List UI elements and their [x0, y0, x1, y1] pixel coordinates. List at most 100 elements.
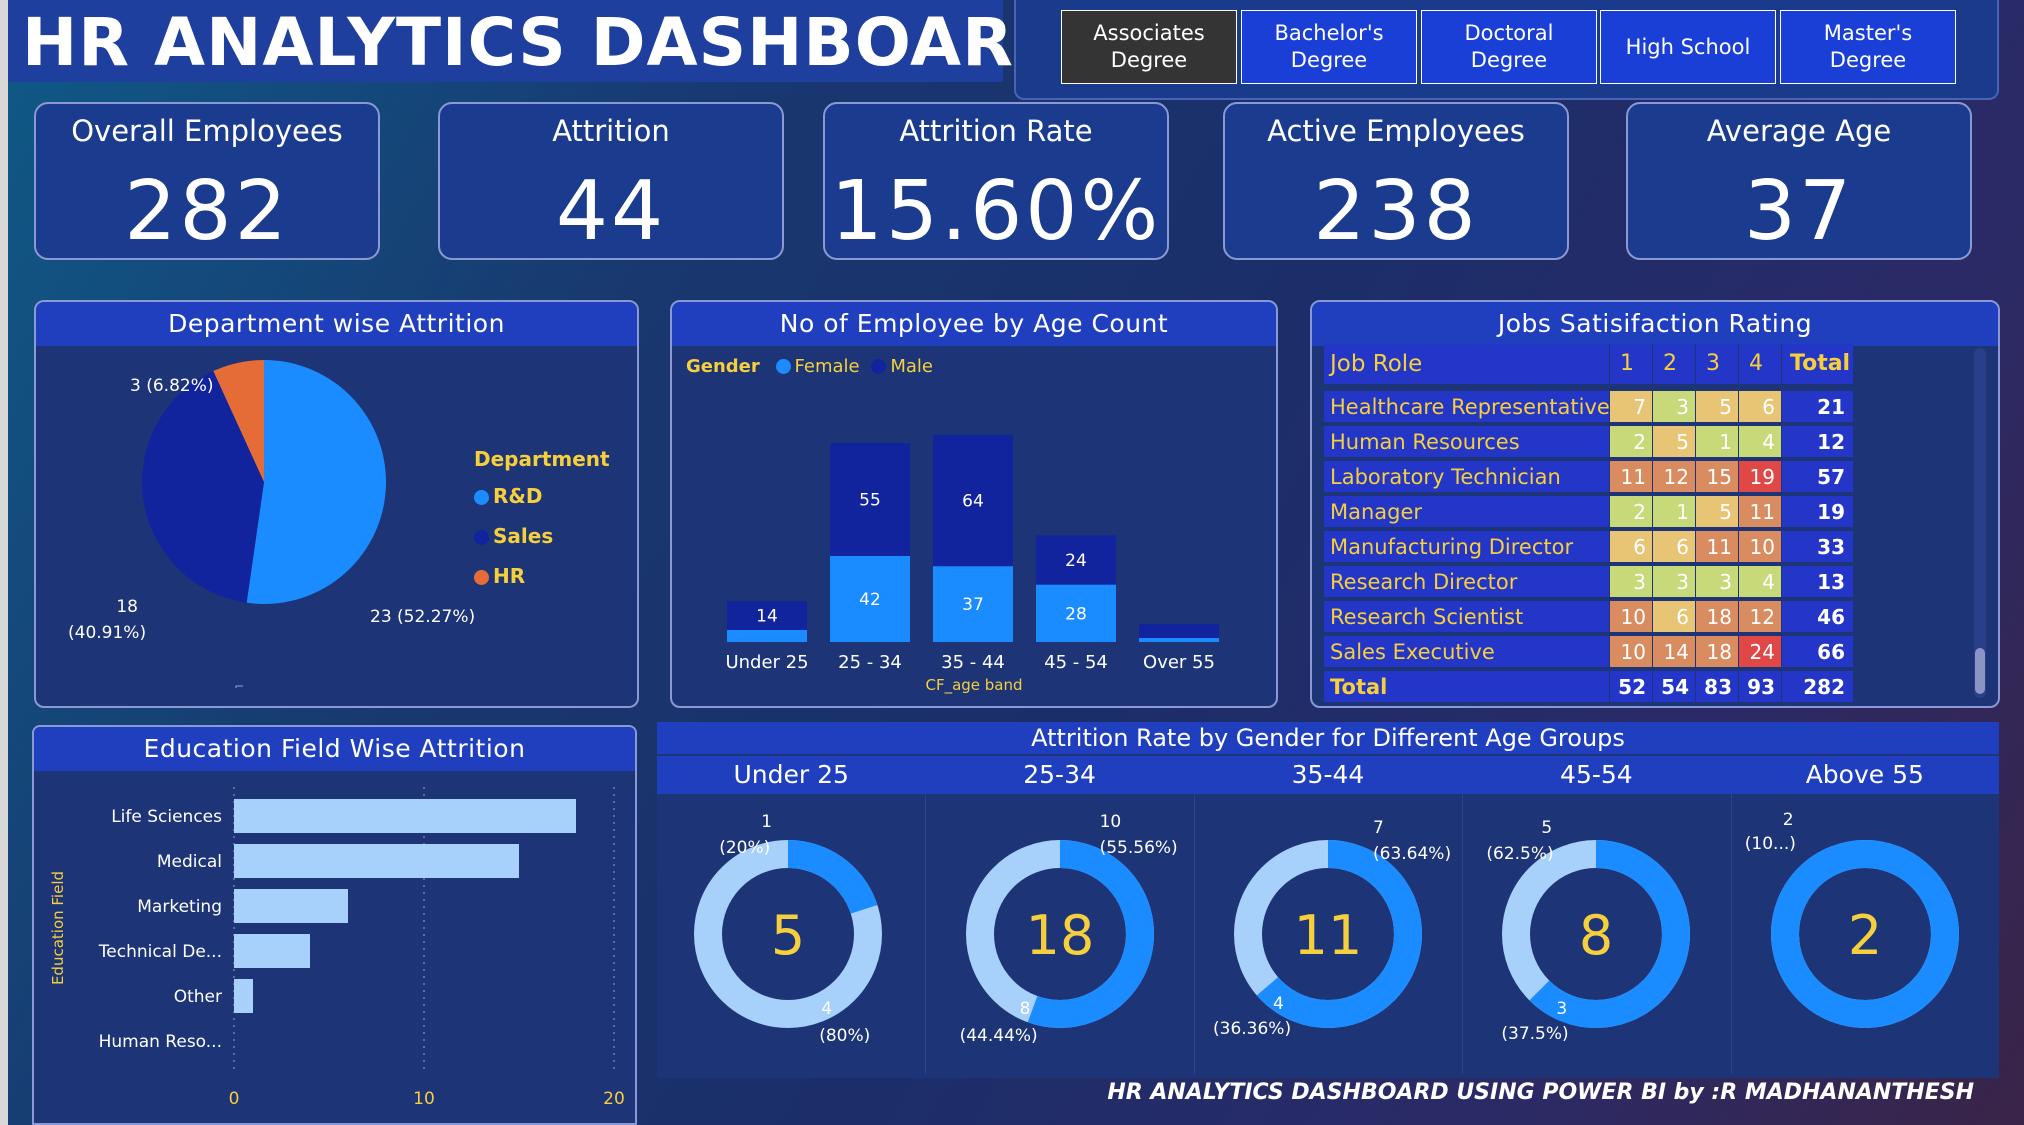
donut-label-second-pct: (80%) [819, 1026, 871, 1046]
matrix-row: Laboratory Technician 11 12 15 19 57 [1324, 461, 1853, 494]
pie-label-hr: 3 (6.82%) [130, 376, 214, 396]
donut-label-first-count: 5 [1541, 818, 1553, 838]
legend-item-sales[interactable]: Sales [474, 524, 553, 548]
matrix-header-cell: 1 [1609, 344, 1652, 386]
slicer-option-associates[interactable]: Associates Degree [1061, 10, 1237, 84]
kpi-label: Overall Employees [71, 114, 343, 148]
donut-label-second-count: 8 [1019, 999, 1031, 1019]
slicer-option-high-school[interactable]: High School [1600, 10, 1776, 84]
matrix-value-cell: 2 [1609, 496, 1652, 529]
age-group-header: 25-34 [925, 756, 1194, 794]
bar-female[interactable] [727, 630, 807, 642]
slicer-option-masters[interactable]: Master's Degree [1780, 10, 1956, 84]
edu-bar[interactable] [234, 844, 519, 878]
pie-slice-rd[interactable] [246, 360, 387, 604]
bar-male[interactable] [1139, 624, 1219, 638]
kpi-active-employees: Active Employees 238 [1223, 102, 1569, 260]
legend-item-rd[interactable]: R&D [474, 484, 542, 508]
education-degree-slicer: Associates Degree Bachelor's Degree Doct… [1014, 0, 1999, 100]
y-axis-label: Education Field [49, 870, 67, 986]
x-tick-label: 20 [603, 1089, 625, 1109]
donut-label-first-count: 10 [1099, 812, 1122, 832]
matrix-total-cell: 282 [1781, 671, 1853, 704]
bar-female[interactable] [1139, 638, 1219, 642]
bar-label-male: 64 [962, 492, 984, 512]
gender-donut-chart: 18 [965, 840, 1154, 1028]
donut-center-value: 11 [1294, 904, 1363, 967]
bar-label-female: 37 [962, 595, 984, 615]
legend-text: R&D [493, 484, 543, 508]
matrix-role-cell: Research Scientist [1324, 601, 1609, 634]
slicer-option-doctoral[interactable]: Doctoral Degree [1421, 10, 1597, 84]
footer-credit: HR ANALYTICS DASHBOARD USING POWER BI by… [1107, 1080, 1974, 1105]
matrix-value-cell: 5 [1695, 496, 1738, 529]
matrix-value-cell: 18 [1695, 601, 1738, 634]
matrix-value-cell: 6 [1609, 531, 1652, 564]
matrix-value-cell: 93 [1738, 671, 1781, 704]
age-group-header: 45-54 [1462, 756, 1731, 794]
matrix-role-cell: Total [1324, 671, 1609, 704]
matrix-value-cell: 10 [1738, 531, 1781, 564]
x-tick-label: 0 [229, 1089, 240, 1109]
matrix-value-cell: 11 [1609, 461, 1652, 494]
matrix-value-cell: 3 [1609, 566, 1652, 599]
edu-bar[interactable] [234, 889, 348, 923]
donut-center-value: 5 [771, 904, 805, 967]
matrix-total-cell: 21 [1781, 391, 1853, 424]
matrix-value-cell: 83 [1695, 671, 1738, 704]
matrix-role-cell: Research Director [1324, 566, 1609, 599]
kpi-attrition: Attrition 44 [438, 102, 784, 260]
column-divider [1193, 794, 1195, 1074]
matrix-scrollbar-thumb[interactable] [1975, 648, 1985, 694]
pie-label-rd: 23 (52.27%) [370, 607, 476, 627]
education-bar-chart: 0 10 20 Life Sciences Medical Marketing Techni… [98, 787, 625, 1109]
legend-item-hr[interactable]: HR [474, 564, 525, 588]
matrix-value-cell: 11 [1738, 496, 1781, 529]
donut-label-first-pct: (10...) [1744, 834, 1796, 854]
kpi-attrition-rate: Attrition Rate 15.60% [823, 102, 1169, 260]
y-tick-label: Medical [157, 852, 222, 872]
y-tick-label: Human Reso... [99, 1032, 222, 1052]
y-tick-label: Marketing [137, 897, 222, 917]
bar-label-male: 55 [859, 491, 881, 511]
matrix-row: Research Scientist 10 6 18 12 46 [1324, 601, 1853, 634]
matrix-value-cell: 6 [1652, 601, 1695, 634]
kpi-value: 238 [1313, 164, 1479, 259]
edu-bar[interactable] [234, 979, 253, 1013]
gender-donut-chart: 2 [1770, 840, 1959, 1028]
donut-center-value: 2 [1848, 904, 1882, 967]
slicer-option-bachelors[interactable]: Bachelor's Degree [1241, 10, 1417, 84]
gender-donut-chart: 11 [1234, 840, 1422, 1028]
matrix-total-cell: 46 [1781, 601, 1853, 634]
edu-bar[interactable] [234, 934, 310, 968]
matrix-value-cell: 3 [1695, 566, 1738, 599]
column-divider [1462, 794, 1464, 1074]
edu-bar[interactable] [234, 799, 576, 833]
legend-text: Sales [493, 524, 554, 548]
matrix-value-cell: 5 [1695, 391, 1738, 424]
bar-label-female: 28 [1065, 604, 1087, 624]
matrix-value-cell: 3 [1652, 391, 1695, 424]
donut-label-first-pct: (55.56%) [1099, 838, 1178, 858]
kpi-value: 282 [124, 164, 290, 259]
matrix-value-cell: 7 [1609, 391, 1652, 424]
matrix-value-cell: 10 [1609, 636, 1652, 669]
matrix-role-cell: Healthcare Representative [1324, 391, 1610, 424]
donut-label-second-count: 4 [1273, 994, 1284, 1014]
pie-label-sales: 18 (40.91%) [68, 594, 188, 646]
matrix-value-cell: 15 [1695, 461, 1738, 494]
job-satisfaction-matrix: Job Role 1 2 3 4 Total Healthcare Representati… [1312, 302, 1998, 706]
matrix-total-cell: 33 [1781, 531, 1853, 564]
matrix-value-cell: 10 [1609, 601, 1652, 634]
donut-label-first-pct: (63.64%) [1373, 844, 1452, 864]
matrix-row: Sales Executive 10 14 18 24 66 [1324, 636, 1853, 669]
x-tick-label: 25 - 34 [838, 652, 902, 673]
age-group-header: Under 25 [657, 756, 926, 794]
matrix-total-cell: 12 [1781, 426, 1853, 459]
legend-dot-rd [474, 490, 489, 505]
x-tick-label: Under 25 [725, 652, 808, 673]
matrix-scrollbar-track[interactable] [1974, 348, 1986, 698]
matrix-role-cell: Human Resources [1324, 426, 1609, 459]
bar-label-male: 24 [1065, 551, 1087, 571]
x-tick-label: 45 - 54 [1044, 652, 1108, 673]
